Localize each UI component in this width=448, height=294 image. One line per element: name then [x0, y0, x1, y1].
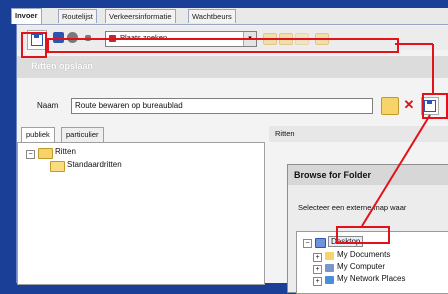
tab-particulier[interactable]: particulier [61, 127, 104, 142]
pane-tabs: publiek particulier [17, 126, 265, 142]
collapse-icon[interactable]: − [26, 150, 35, 159]
annotation-connector-box [47, 38, 399, 53]
open-folder-icon [50, 161, 65, 172]
folder-icon [325, 252, 334, 260]
tree-item-standaardritten[interactable]: Standaardritten [67, 160, 122, 169]
expand-icon[interactable]: + [313, 253, 322, 262]
tab-publiek[interactable]: publiek [21, 127, 55, 142]
dialog-title: Ritten opslaan [31, 61, 94, 71]
browse-title-bar: Browse for Folder [288, 165, 448, 185]
collapse-icon[interactable]: − [303, 239, 312, 248]
tab-routelijst[interactable]: Routelijst [58, 9, 97, 23]
tree-item-my-network-places[interactable]: My Network Places [337, 274, 405, 283]
tree-item-my-computer[interactable]: My Computer [337, 262, 385, 271]
computer-icon [325, 264, 334, 272]
annotation-highlight-save [21, 32, 47, 58]
tab-verkeersinformatie[interactable]: Verkeersinformatie [105, 9, 176, 23]
annotation-highlight-save-to-disk [422, 93, 448, 119]
browse-title: Browse for Folder [294, 170, 372, 180]
annotation-highlight-desktop [336, 226, 390, 244]
name-input-value: Route bewaren op bureaublad [75, 101, 183, 110]
expand-icon[interactable]: + [313, 277, 322, 286]
ritten-header-label: Ritten [275, 129, 295, 138]
delete-button[interactable]: ✕ [401, 97, 417, 113]
tree-item-my-documents[interactable]: My Documents [337, 250, 390, 259]
folder-tree: − Ritten Standaardritten [17, 142, 265, 285]
browse-description: Selecteer een externe map waar [298, 203, 407, 212]
folder-icon [38, 148, 53, 159]
name-input[interactable]: Route bewaren op bureaublad [71, 98, 373, 114]
desktop-icon [315, 238, 326, 248]
tree-item-ritten[interactable]: Ritten [55, 147, 76, 156]
ritten-column-header: Ritten [269, 126, 448, 143]
name-label: Naam [37, 101, 59, 110]
tab-wachtbeurs[interactable]: Wachtbeurs [188, 9, 236, 23]
tab-invoer[interactable]: Invoer [11, 8, 42, 24]
dialog-title-bar: Ritten opslaan [17, 56, 448, 78]
tab-strip: Invoer Routelijst Verkeersinformatie Wac… [11, 8, 448, 25]
open-folder-button[interactable] [381, 97, 399, 115]
expand-icon[interactable]: + [313, 265, 322, 274]
